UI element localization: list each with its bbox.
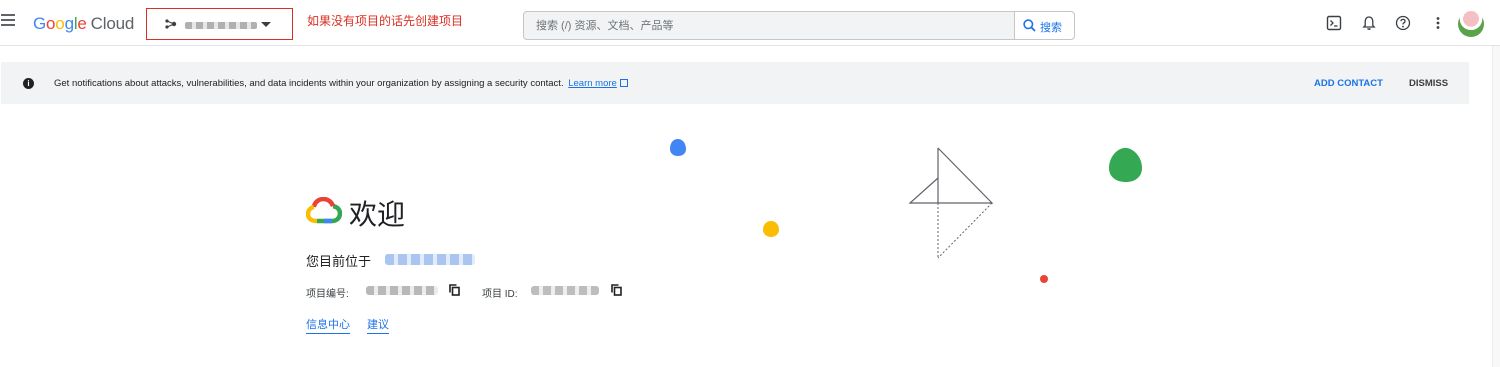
caret-down-icon	[261, 22, 271, 27]
yellow-blob-decoration	[763, 221, 779, 237]
search-button[interactable]: 搜索	[1014, 12, 1074, 39]
google-cloud-logo[interactable]: Google Cloud	[33, 14, 134, 34]
search-button-label: 搜索	[1040, 22, 1062, 34]
info-icon: i	[23, 78, 34, 89]
dismiss-button[interactable]: DISMISS	[1409, 78, 1448, 89]
paper-plane-decoration	[908, 147, 994, 259]
project-picker[interactable]	[146, 8, 293, 40]
project-id-redacted	[531, 286, 599, 295]
current-location-label: 您目前位于	[306, 254, 372, 269]
security-contact-banner: i Get notifications about attacks, vulne…	[1, 62, 1469, 104]
project-id-label: 项目 ID:	[482, 289, 518, 300]
more-vert-icon[interactable]	[1430, 15, 1446, 31]
red-dot-decoration	[1040, 275, 1048, 283]
bell-icon[interactable]	[1361, 15, 1377, 31]
top-bar: Google Cloud 如果没有项目的话先创建项目 搜索	[0, 0, 1500, 46]
search-input[interactable]	[524, 12, 1014, 39]
blue-blob-decoration	[670, 139, 686, 156]
annotation-note: 如果没有项目的话先创建项目	[307, 14, 464, 28]
page-title: 欢迎	[349, 199, 406, 230]
google-cloud-logo-icon	[306, 197, 342, 224]
recommendations-link[interactable]: 建议	[367, 316, 389, 334]
organization-name-redacted	[385, 254, 475, 265]
project-name-redacted	[185, 22, 257, 29]
copy-icon[interactable]	[611, 284, 622, 296]
menu-icon[interactable]	[1, 14, 19, 30]
green-blob-decoration	[1109, 147, 1142, 182]
learn-more-link[interactable]: Learn more	[568, 78, 617, 89]
project-number-label: 项目编号:	[306, 289, 349, 300]
scrollbar[interactable]	[1492, 46, 1500, 367]
copy-icon[interactable]	[449, 284, 460, 296]
project-number-redacted	[366, 286, 438, 295]
avatar[interactable]	[1458, 11, 1484, 37]
cloud-shell-icon[interactable]	[1326, 15, 1342, 31]
search-bar: 搜索	[523, 11, 1075, 40]
external-link-icon	[619, 79, 628, 87]
project-icon	[165, 19, 177, 29]
banner-message: Get notifications about attacks, vulnera…	[54, 78, 628, 89]
dashboard-link[interactable]: 信息中心	[306, 316, 350, 334]
add-contact-button[interactable]: ADD CONTACT	[1314, 78, 1383, 89]
search-icon	[1023, 19, 1036, 32]
help-icon[interactable]	[1395, 15, 1411, 31]
